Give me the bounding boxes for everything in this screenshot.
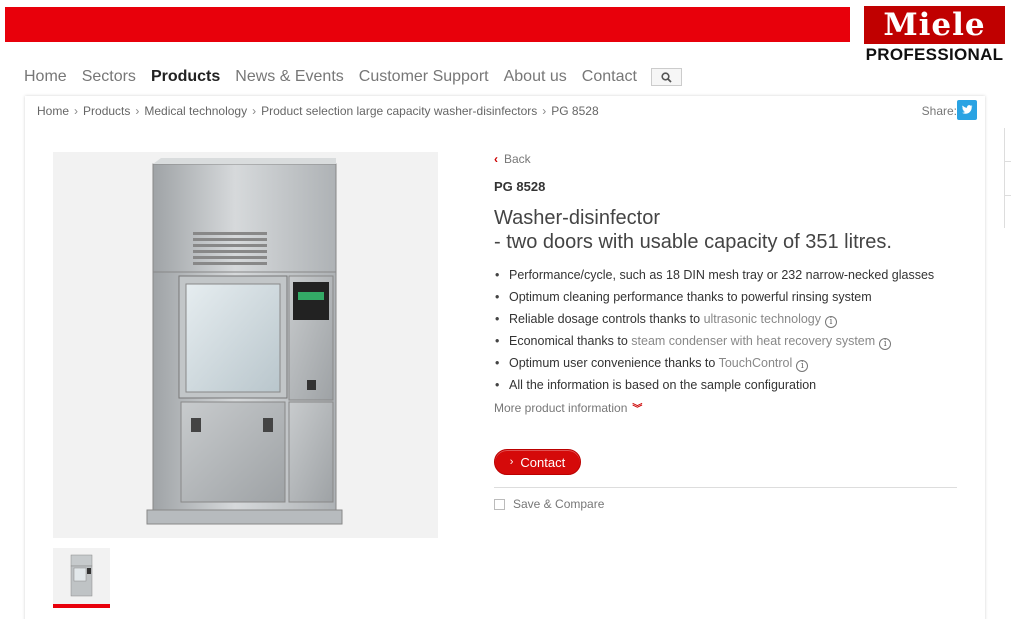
breadcrumb-separator: › bbox=[252, 104, 257, 118]
feature-item: Optimum user convenience thanks to Touch… bbox=[494, 352, 964, 374]
twitter-icon bbox=[962, 105, 973, 114]
logo-main: Miele bbox=[864, 6, 1005, 44]
feature-text: Economical thanks to bbox=[509, 334, 632, 348]
feature-text: Reliable dosage controls thanks to bbox=[509, 312, 704, 326]
breadcrumb-product-selection[interactable]: Product selection large capacity washer-… bbox=[261, 104, 537, 118]
share-label: Share: bbox=[921, 104, 957, 118]
feature-text: Performance/cycle, such as 18 DIN mesh t… bbox=[509, 268, 935, 282]
breadcrumb-separator: › bbox=[135, 104, 140, 118]
main-navigation: Home Sectors Products News & Events Cust… bbox=[24, 68, 682, 86]
info-icon[interactable]: i bbox=[796, 360, 809, 372]
feature-item: Performance/cycle, such as 18 DIN mesh t… bbox=[494, 264, 964, 286]
nav-products[interactable]: Products bbox=[151, 68, 220, 86]
headline-line-1: Washer-disinfector bbox=[494, 207, 660, 229]
feature-item: Reliable dosage controls thanks to ultra… bbox=[494, 308, 964, 330]
breadcrumb-separator: › bbox=[74, 104, 79, 118]
save-compare-checkbox[interactable] bbox=[494, 498, 505, 510]
product-info: ‹ Back PG 8528 Washer-disinfector - two … bbox=[494, 152, 964, 511]
save-compare[interactable]: Save & Compare bbox=[494, 497, 964, 511]
feature-text: Optimum user convenience thanks to bbox=[509, 356, 719, 370]
feature-text: All the information is based on the samp… bbox=[509, 378, 817, 392]
contact-label: Contact bbox=[520, 454, 566, 470]
feature-text: Optimum cleaning performance thanks to p… bbox=[509, 290, 872, 304]
breadcrumb-home[interactable]: Home bbox=[37, 104, 69, 118]
chevron-right-icon: › bbox=[509, 456, 514, 468]
divider bbox=[494, 487, 957, 488]
side-tool-strip bbox=[1004, 128, 1011, 228]
double-chevron-down-icon: ︾ bbox=[632, 404, 643, 415]
info-icon[interactable]: i bbox=[825, 316, 837, 328]
nav-news-events[interactable]: News & Events bbox=[235, 68, 343, 86]
nav-contact[interactable]: Contact bbox=[582, 68, 637, 86]
save-compare-label: Save & Compare bbox=[513, 497, 605, 511]
contact-button[interactable]: › Contact bbox=[494, 449, 581, 475]
product-headline: Washer-disinfector - two doors with usab… bbox=[494, 206, 964, 254]
nav-customer-support[interactable]: Customer Support bbox=[359, 68, 489, 86]
chevron-left-icon: ‹ bbox=[494, 152, 498, 166]
feature-item: Economical thanks to steam condenser wit… bbox=[494, 330, 964, 352]
nav-sectors[interactable]: Sectors bbox=[82, 68, 136, 86]
brand-color-bar bbox=[5, 7, 850, 42]
nav-about-us[interactable]: About us bbox=[504, 68, 567, 86]
steam-condenser-link[interactable]: steam condenser with heat recovery syste… bbox=[631, 334, 875, 348]
product-model: PG 8528 bbox=[494, 179, 546, 194]
search-button[interactable] bbox=[650, 68, 682, 86]
product-main-image bbox=[53, 152, 438, 538]
breadcrumb-products[interactable]: Products bbox=[83, 104, 130, 118]
headline-line-2: - two doors with usable capacity of 351 … bbox=[494, 231, 892, 253]
breadcrumb-current: PG 8528 bbox=[551, 104, 599, 118]
info-icon[interactable]: i bbox=[879, 338, 892, 350]
feature-list: Performance/cycle, such as 18 DIN mesh t… bbox=[494, 264, 964, 396]
twitter-share-button[interactable] bbox=[957, 100, 977, 120]
feature-item: Optimum cleaning performance thanks to p… bbox=[494, 286, 964, 308]
miele-professional-logo[interactable]: Miele PROFESSIONAL bbox=[862, 6, 1007, 64]
nav-home[interactable]: Home bbox=[24, 68, 67, 86]
breadcrumb-separator: › bbox=[542, 104, 547, 118]
back-label: Back bbox=[504, 152, 531, 166]
touchcontrol-link[interactable]: TouchControl bbox=[719, 356, 793, 370]
more-info-label: More product information bbox=[494, 400, 628, 415]
breadcrumb-medical-technology[interactable]: Medical technology bbox=[144, 104, 247, 118]
product-thumbnail[interactable] bbox=[53, 548, 110, 608]
ultrasonic-technology-link[interactable]: ultrasonic technology bbox=[704, 312, 821, 326]
product-panel: Home › Products › Medical technology › P… bbox=[25, 96, 985, 619]
logo-sub: PROFESSIONAL bbox=[865, 45, 1004, 64]
feature-item: All the information is based on the samp… bbox=[494, 374, 964, 396]
breadcrumb: Home › Products › Medical technology › P… bbox=[37, 104, 599, 118]
search-icon bbox=[661, 71, 672, 83]
back-link[interactable]: ‹ Back bbox=[494, 152, 964, 166]
more-product-info-link[interactable]: More product information ︾ bbox=[494, 400, 964, 416]
